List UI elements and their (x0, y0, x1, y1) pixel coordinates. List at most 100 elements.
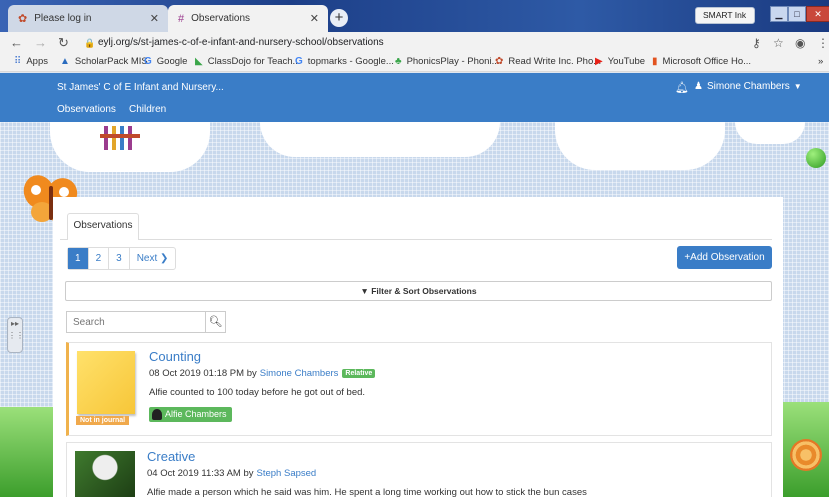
address-bar-row: ← → ↻ 🔒 eylj.org/s/st-james-c-of-e-infan… (0, 32, 829, 54)
side-panel-handle[interactable]: ▸▸ ⋮⋮ (7, 317, 24, 353)
user-icon: ♟ (694, 81, 703, 92)
page-3-link[interactable]: 3 (109, 248, 130, 269)
author-link[interactable]: Simone Chambers (260, 368, 339, 379)
filter-label: Filter & Sort Observations (371, 286, 477, 296)
tab-observations[interactable]: Observations (67, 213, 139, 240)
add-observation-button[interactable]: +Add Observation (677, 246, 772, 269)
relative-badge: Relative (342, 369, 376, 378)
cloud-decoration (735, 122, 805, 144)
bell-icon[interactable]: 🔔︎ (675, 81, 689, 94)
bookmark-label: PhonicsPlay - Phoni... (406, 56, 500, 67)
bookmark-label: Microsoft Office Ho... (662, 56, 752, 67)
close-tab-icon[interactable]: ✕ (150, 12, 159, 25)
chevron-right-icon: ❯ (160, 253, 169, 264)
minimize-icon[interactable]: ▁ (770, 6, 788, 22)
pagination: 1 2 3 Next ❯ (67, 247, 177, 270)
reload-icon[interactable]: ↻ (58, 35, 69, 51)
search-input[interactable] (67, 312, 205, 332)
green-ball-decoration (806, 148, 826, 168)
child-tag[interactable]: Alfie Chambers (149, 407, 232, 422)
eylj-logo-icon: ✿ (18, 13, 28, 25)
back-icon[interactable]: ← (10, 35, 23, 50)
bookmark-classdojo[interactable]: ◣ ClassDojo for Teach... (195, 56, 300, 67)
nav-observations[interactable]: Observations (57, 104, 116, 115)
observation-card: Creative 04 Oct 2019 11:33 AM by Steph S… (66, 442, 772, 497)
phonicsplay-icon: ♣ (395, 56, 402, 67)
journal-status-badge: Not in journal (76, 416, 130, 425)
page-1-link[interactable]: 1 (68, 248, 89, 269)
bookmark-topmarks[interactable]: G topmarks - Google... (295, 56, 394, 67)
search-icon[interactable]: 🔍︎ (205, 312, 225, 332)
bookmark-office[interactable]: ▮ Microsoft Office Ho... (652, 56, 751, 67)
page-2-link[interactable]: 2 (89, 248, 110, 269)
observation-card: Not in journal Counting 08 Oct 2019 01:1… (66, 342, 772, 436)
author-link[interactable]: Steph Sapsed (257, 468, 317, 479)
bookmark-phonicsplay[interactable]: ♣ PhonicsPlay - Phoni... (395, 56, 500, 67)
window-controls: ▁ □ ✕ (770, 6, 829, 22)
bookmark-label: topmarks - Google... (307, 56, 394, 67)
close-window-icon[interactable]: ✕ (806, 6, 829, 22)
cloud-decoration (260, 122, 500, 157)
browser-tab-observations[interactable]: # Observations ✕ (168, 5, 328, 32)
child-avatar-icon (152, 409, 162, 420)
office-icon: ▮ (652, 56, 658, 67)
bookmark-label: Google (156, 56, 188, 67)
smart-ink-button[interactable]: SMART Ink (695, 7, 755, 24)
user-menu[interactable]: ♟ Simone Chambers ▼ (694, 81, 802, 92)
observation-photo[interactable] (75, 451, 135, 497)
school-brand-link[interactable]: St James' C of E Infant and Nursery... (57, 82, 224, 93)
menu-dots-icon[interactable]: ⋮ (817, 36, 829, 50)
observation-date: 04 Oct 2019 11:33 AM by (147, 468, 254, 479)
youtube-icon: ▶ (595, 56, 603, 67)
grass-decoration (0, 407, 56, 497)
observation-meta: 04 Oct 2019 11:33 AM by Steph Sapsed (147, 468, 316, 479)
chevron-down-icon: ▼ (793, 82, 802, 91)
bookmark-scholarpack[interactable]: ▲ ScholarPack MIS (60, 56, 148, 67)
snail-decoration (790, 439, 822, 471)
star-icon[interactable]: ☆ (773, 36, 784, 50)
observation-date: 08 Oct 2019 01:18 PM by (149, 368, 257, 379)
apps-grid-icon: ⠿ (14, 56, 22, 67)
maximize-icon[interactable]: □ (788, 6, 806, 22)
forward-icon[interactable]: → (34, 35, 47, 50)
bookmark-youtube[interactable]: ▶ YouTube (595, 56, 645, 67)
cloud-decoration (555, 122, 725, 170)
bookmark-apps[interactable]: ⠿ Apps (14, 56, 48, 67)
observation-title[interactable]: Counting (149, 349, 201, 364)
tab-title: Please log in (34, 13, 92, 24)
observation-meta: 08 Oct 2019 01:18 PM by Simone Chambers … (149, 368, 376, 379)
eylj-logo-icon: # (178, 12, 185, 25)
observation-title[interactable]: Creative (147, 449, 195, 464)
next-page-link[interactable]: Next ❯ (130, 248, 176, 269)
bookmark-label: ScholarPack MIS (74, 56, 148, 67)
new-tab-button[interactable]: + (330, 9, 348, 27)
ribbon-decoration (100, 126, 140, 150)
tab-divider (60, 239, 772, 240)
url-field[interactable]: 🔒 eylj.org/s/st-james-c-of-e-infant-and-… (84, 34, 754, 52)
bookmark-label: ClassDojo for Teach... (207, 56, 301, 67)
bookmark-label: Apps (26, 56, 48, 67)
bookmark-readwriteinc[interactable]: ✿ Read Write Inc. Pho... (495, 56, 601, 67)
account-icon[interactable]: ◉ (795, 36, 805, 50)
search-group: 🔍︎ (66, 311, 226, 333)
filter-icon: ▼ (360, 286, 369, 296)
bookmarks-more-button[interactable]: » (818, 56, 823, 67)
filter-sort-toggle[interactable]: ▼ Filter & Sort Observations (65, 281, 772, 301)
lock-icon: 🔒 (84, 38, 96, 48)
user-name: Simone Chambers (706, 81, 790, 92)
url-text: eylj.org/s/st-james-c-of-e-infant-and-nu… (98, 37, 384, 48)
google-icon: G (144, 56, 152, 67)
sticky-note-thumbnail[interactable] (77, 351, 135, 414)
close-tab-icon[interactable]: ✕ (310, 12, 319, 25)
key-icon[interactable]: ⚷ (752, 36, 761, 50)
bookmark-label: Read Write Inc. Pho... (508, 56, 602, 67)
browser-tab-login[interactable]: ✿ Please log in ✕ (8, 5, 168, 32)
scholarpack-icon: ▲ (60, 56, 70, 67)
bookmark-label: YouTube (607, 56, 646, 67)
nav-children[interactable]: Children (129, 104, 166, 115)
readwriteinc-icon: ✿ (495, 56, 504, 67)
site-header: St James' C of E Infant and Nursery... O… (0, 73, 829, 122)
tab-title: Observations (191, 13, 251, 24)
browser-tab-strip: ✿ Please log in ✕ # Observations ✕ + SMA… (0, 0, 829, 32)
bookmark-google[interactable]: G Google (144, 56, 187, 67)
